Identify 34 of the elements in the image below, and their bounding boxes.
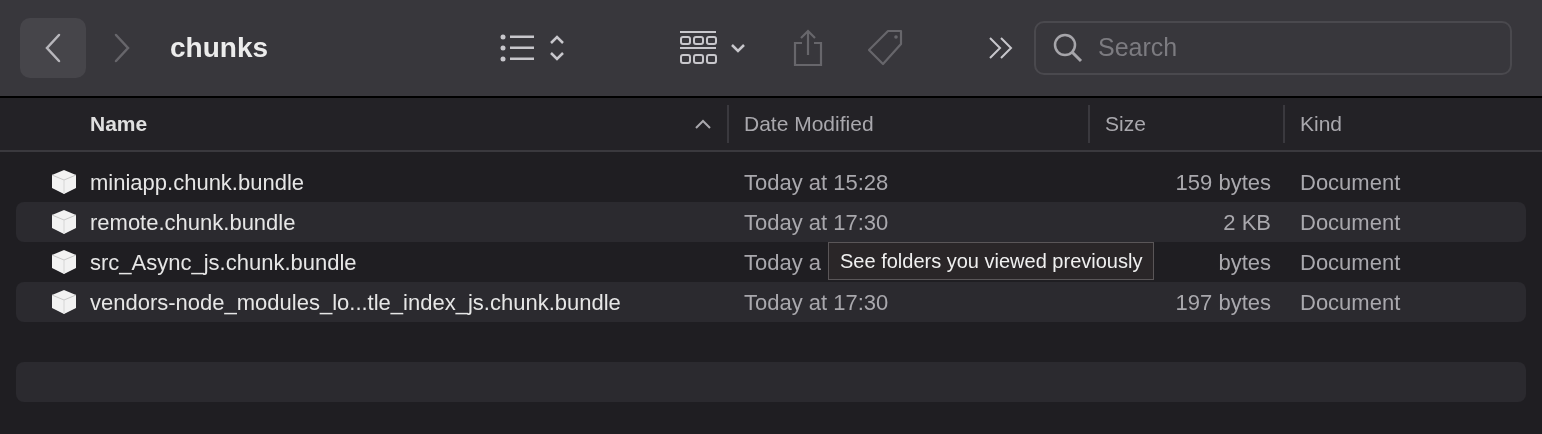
file-size: 197 bytes (1175, 288, 1271, 317)
column-header[interactable]: Size (1090, 105, 1285, 143)
search-field[interactable]: Search (1034, 21, 1512, 75)
document-icon (50, 248, 78, 276)
document-icon (50, 168, 78, 196)
tooltip: See folders you viewed previously (828, 242, 1155, 280)
search-input[interactable]: Search (1098, 29, 1478, 67)
column-header[interactable]: Kind (1285, 105, 1542, 143)
file-name: vendors-node_modules_lo...tle_index_js.chunk.bundle (90, 288, 621, 317)
back-button[interactable] (20, 18, 86, 78)
file-name: miniapp.chunk.bundle (90, 168, 305, 197)
file-size: 159 bytes (1175, 168, 1271, 197)
date-modified: Today at 15:28 (744, 168, 889, 197)
date-modified: Today at 17:30 (744, 208, 889, 237)
file-kind: Document (1300, 168, 1401, 197)
file-kind: Document (1300, 288, 1401, 317)
more-icon[interactable] (988, 36, 1014, 60)
file-name: remote.chunk.bundle (90, 208, 296, 237)
date-modified: Today a (744, 248, 822, 277)
file-size: 2 KB (1223, 208, 1271, 237)
date-modified: Today at 17:30 (744, 288, 889, 317)
search-icon (1052, 32, 1084, 64)
back-icon (45, 33, 61, 63)
document-icon (50, 288, 78, 316)
file-kind: Document (1300, 248, 1401, 277)
column-header[interactable]: Name (0, 105, 729, 143)
document-icon (50, 208, 78, 236)
file-name: src_Async_js.chunk.bundle (90, 248, 357, 277)
file-kind: Document (1300, 208, 1401, 237)
share-icon[interactable] (792, 29, 824, 67)
window-title: chunks (170, 31, 270, 65)
column-header[interactable]: Date Modified (729, 105, 1090, 143)
file-size: bytes (1218, 248, 1271, 277)
forward-icon[interactable] (114, 33, 130, 63)
